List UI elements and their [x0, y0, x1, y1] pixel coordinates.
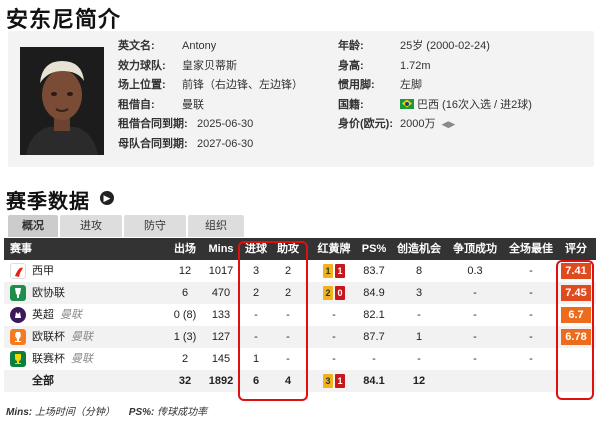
- red-card: 1: [335, 374, 345, 389]
- red-card: 0: [335, 286, 345, 301]
- info-preferred-foot: 惯用脚: 左脚: [338, 79, 422, 91]
- cell-mins: 127: [211, 331, 231, 343]
- cell-mins: 133: [211, 309, 231, 321]
- profile-left-column: 英文名: Antony 效力球队: 皇家贝蒂斯 场上位置: 前锋（右边锋、左边锋） 租…: [118, 37, 303, 154]
- header-competition: 赛事: [10, 243, 32, 255]
- tab-organization[interactable]: 组织: [188, 215, 244, 237]
- footnote: Mins: 上场时间（分钟） PS%: 传球成功率: [6, 407, 208, 418]
- cell-aerial: -: [473, 331, 477, 343]
- cell-cards: 31: [312, 370, 356, 392]
- header-cards: 红黄牌: [317, 243, 351, 255]
- europa-league-icon: [10, 329, 26, 345]
- cell-motm: -: [529, 309, 533, 321]
- cell-aerial: -: [473, 353, 477, 365]
- header-rating: 评分: [565, 243, 587, 255]
- header-chances: 创造机会: [397, 243, 441, 255]
- conference-league-icon: [10, 285, 26, 301]
- brazil-flag-icon: [400, 98, 414, 109]
- red-card: 1: [335, 264, 345, 279]
- cell-cards: -: [332, 331, 336, 343]
- league-name: 欧联杯 曼联: [32, 331, 93, 343]
- cell-motm: -: [529, 331, 533, 343]
- laliga-icon: [10, 263, 26, 279]
- info-market-value: 身价(欧元): 2000万 ◀▶: [338, 115, 532, 135]
- cell-ps: 87.7: [363, 331, 385, 343]
- cell-chances: 3: [415, 287, 423, 299]
- profile-right-column: 年龄: 25岁 (2000-02-24) 身高: 1.72m 惯用脚: 左脚 国籍: 巴…: [338, 37, 532, 135]
- cell-motm: -: [529, 287, 533, 299]
- cell-mins: 1017: [208, 265, 234, 277]
- section-title: 赛季数据: [6, 191, 90, 213]
- header-apps: 出场: [174, 243, 196, 255]
- cell-apps: 12: [178, 265, 192, 277]
- league-name: 欧协联: [32, 287, 65, 299]
- info-english-name: 英文名: Antony: [118, 40, 217, 52]
- cell-chances: 12: [412, 375, 426, 387]
- info-nationality: 国籍: 巴西 (16次入选 / 进2球): [338, 98, 532, 111]
- header-aerial: 争顶成功: [453, 243, 497, 255]
- cell-apps: 32: [178, 375, 192, 387]
- player-photo: [20, 47, 104, 155]
- info-height: 身高: 1.72m: [338, 59, 431, 72]
- info-club: 效力球队: 皇家贝蒂斯: [118, 59, 237, 72]
- tab-overview[interactable]: 概况: [8, 215, 58, 237]
- info-age: 年龄: 25岁 (2000-02-24): [338, 40, 490, 52]
- total-label: 全部: [32, 375, 54, 387]
- cell-ps: -: [372, 353, 376, 365]
- rating-highlight: [556, 260, 594, 400]
- info-loan-from: 租借自: 曼联: [118, 98, 204, 111]
- cell-mins: 470: [211, 287, 231, 299]
- cell-apps: 0 (8): [173, 309, 197, 321]
- cell-ps: 83.7: [363, 265, 385, 277]
- premier-league-icon: [10, 307, 26, 323]
- cell-motm: -: [529, 353, 533, 365]
- cell-chances: -: [417, 309, 421, 321]
- cell-chances: 1: [415, 331, 423, 343]
- cell-cards: 20: [312, 282, 356, 304]
- cell-cards: -: [332, 353, 336, 365]
- league-name: 英超 曼联: [32, 309, 82, 321]
- header-motm: 全场最佳: [509, 243, 553, 255]
- value-arrows-icon[interactable]: ◀▶: [441, 115, 455, 135]
- cell-apps: 2: [181, 353, 189, 365]
- tab-attack[interactable]: 进攻: [60, 215, 122, 237]
- cell-cards: 11: [312, 260, 356, 282]
- cell-aerial: 0.3: [467, 265, 483, 277]
- cell-ps: 84.9: [363, 287, 385, 299]
- info-position: 场上位置: 前锋（右边锋、左边锋）: [118, 79, 303, 91]
- cell-motm: -: [529, 265, 533, 277]
- page-title: 安东尼简介: [6, 7, 122, 32]
- header-mins: Mins: [208, 243, 234, 255]
- cell-apps: 6: [181, 287, 189, 299]
- league-name: 西甲: [32, 265, 54, 277]
- league-cup-icon: [10, 351, 26, 367]
- yellow-card: 2: [323, 286, 333, 301]
- cell-aerial: -: [473, 287, 477, 299]
- tab-defense[interactable]: 防守: [124, 215, 186, 237]
- profile-card: 英文名: Antony 效力球队: 皇家贝蒂斯 场上位置: 前锋（右边锋、左边锋） 租…: [8, 31, 594, 167]
- league-name: 联赛杯 曼联: [32, 353, 93, 365]
- yellow-card: 3: [323, 374, 333, 389]
- cell-ps: 84.1: [363, 375, 385, 387]
- cell-mins: 145: [211, 353, 231, 365]
- cell-chances: 8: [415, 265, 423, 277]
- cell-chances: -: [417, 353, 421, 365]
- cell-apps: 1 (3): [173, 331, 197, 343]
- info-loan-expiry: 租借合同到期: 2025-06-30: [118, 118, 254, 130]
- section-arrow-icon[interactable]: ▶: [100, 191, 114, 205]
- info-parent-contract-expiry: 母队合同到期: 2027-06-30: [118, 137, 254, 150]
- cell-cards: -: [332, 309, 336, 321]
- header-ps: PS%: [361, 243, 387, 255]
- yellow-card: 1: [323, 264, 333, 279]
- cell-aerial: -: [473, 309, 477, 321]
- cell-mins: 1892: [208, 375, 234, 387]
- goals-assists-highlight: [238, 241, 308, 401]
- cell-ps: 82.1: [363, 309, 385, 321]
